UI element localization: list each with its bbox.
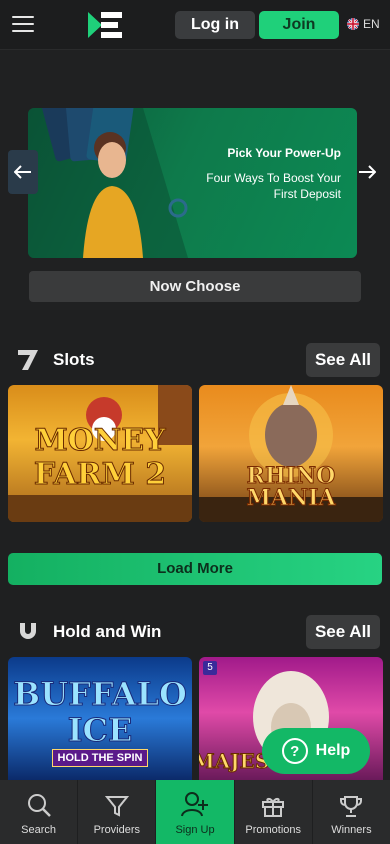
game-title-line1: BUFFALO <box>13 675 188 714</box>
menu-icon[interactable] <box>12 16 34 32</box>
game-title-line2: ICE <box>67 711 133 750</box>
nav-label: Promotions <box>245 824 302 836</box>
uk-flag-icon <box>347 18 359 30</box>
load-more-button[interactable]: Load More <box>8 553 382 585</box>
carousel-next-button[interactable] <box>352 150 382 194</box>
section-header-slots: Slots See All <box>16 343 380 377</box>
game-tag: HOLD THE SPIN <box>52 749 148 767</box>
see-all-button[interactable]: See All <box>306 615 380 649</box>
section-header-hold-and-win: Hold and Win See All <box>16 615 380 649</box>
section-title: Slots <box>53 350 95 369</box>
carousel-prev-button[interactable] <box>8 150 38 194</box>
section-title: Hold and Win <box>53 622 162 641</box>
help-button[interactable]: ? Help <box>262 728 370 774</box>
language-selector[interactable]: EN <box>347 17 380 31</box>
see-all-button[interactable]: See All <box>306 343 380 377</box>
question-icon: ? <box>281 738 308 764</box>
game-badge: 5 <box>203 661 217 675</box>
nav-label: Sign Up <box>175 824 215 836</box>
banner-artwork <box>28 108 188 258</box>
gift-icon <box>262 797 285 817</box>
banner-title: Pick Your Power-Up <box>227 146 341 160</box>
arrow-left-icon <box>14 165 31 179</box>
brand-logo[interactable] <box>88 10 122 40</box>
banner-subtitle: Four Ways To Boost Your First Deposit <box>206 171 341 201</box>
nav-label: Winners <box>331 824 372 836</box>
filter-icon <box>104 796 129 817</box>
top-header: Log in Join EN <box>0 0 390 50</box>
game-tile-rhino-mania[interactable]: RHINO MANIA <box>199 385 383 522</box>
search-icon <box>27 794 51 817</box>
nav-item-providers[interactable]: Providers <box>78 780 157 844</box>
trophy-icon <box>340 796 363 817</box>
language-label: EN <box>363 17 380 31</box>
join-button[interactable]: Join <box>259 11 339 39</box>
horseshoe-icon <box>16 619 40 643</box>
game-title-line1: MONEY <box>34 423 166 459</box>
game-title-line2: FARM 2 <box>33 457 167 493</box>
nav-item-search[interactable]: Search <box>0 780 79 844</box>
game-tile-money-farm[interactable]: MONEY FARM 2 <box>8 385 192 522</box>
nav-item-sign-up[interactable]: Sign Up <box>156 780 235 844</box>
promo-banner[interactable]: Pick Your Power-Up Four Ways To Boost Yo… <box>28 108 357 258</box>
game-tile-buffalo-ice[interactable]: BUFFALO ICE HOLD THE SPIN <box>8 657 192 780</box>
game-title-line2: MANIA <box>246 485 336 512</box>
nav-item-promotions[interactable]: Promotions <box>235 780 313 844</box>
nav-item-winners[interactable]: Winners <box>313 780 390 844</box>
login-button[interactable]: Log in <box>175 11 255 39</box>
help-label: Help <box>315 742 351 759</box>
nav-label: Providers <box>93 824 141 836</box>
arrow-right-icon <box>359 165 376 179</box>
now-choose-button[interactable]: Now Choose <box>29 271 361 302</box>
seven-icon <box>16 347 40 371</box>
add-user-icon <box>181 792 208 817</box>
nav-label: Search <box>21 824 57 836</box>
bottom-nav: Search Providers Sign Up Promotions Winn… <box>0 780 390 844</box>
